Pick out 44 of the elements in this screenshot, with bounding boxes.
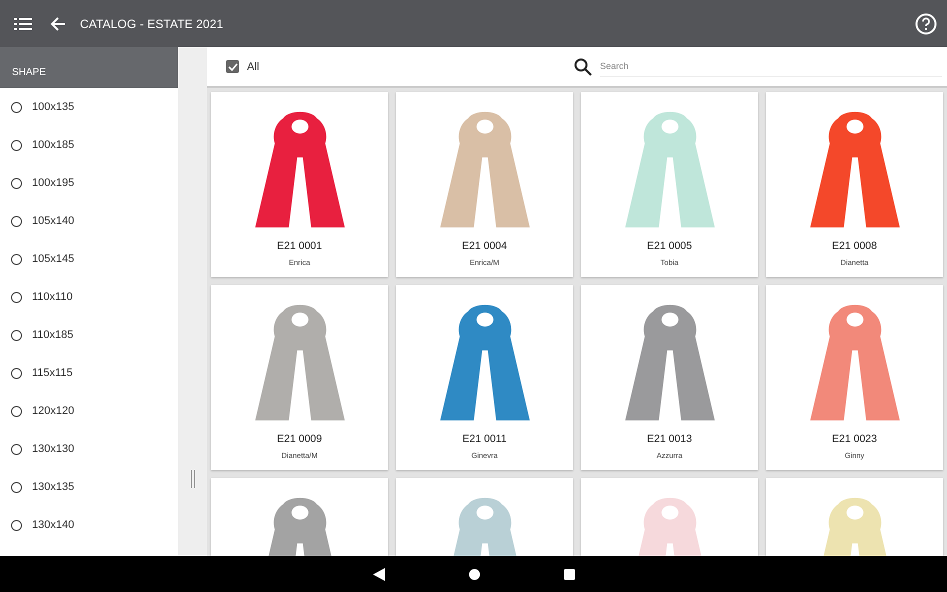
shape-option[interactable]: 130x130 — [0, 430, 178, 468]
product-code: E21 0011 — [462, 433, 507, 445]
shape-option[interactable]: 130x140 — [0, 506, 178, 544]
shape-option[interactable]: 115x115 — [0, 354, 178, 392]
shape-option[interactable]: 120x120 — [0, 392, 178, 430]
shape-option[interactable]: 130x135 — [0, 468, 178, 506]
radio-button[interactable] — [11, 178, 22, 188]
product-code: E21 0004 — [462, 240, 507, 252]
checkbox-square[interactable] — [226, 60, 239, 73]
product-code: E21 0013 — [647, 433, 692, 445]
radio-button[interactable] — [11, 406, 22, 416]
radio-button[interactable] — [11, 254, 22, 264]
shape-option[interactable]: 100x195 — [0, 164, 178, 202]
back-triangle-icon[interactable] — [372, 568, 384, 580]
radio-button[interactable] — [11, 102, 22, 112]
help-icon[interactable] — [915, 12, 937, 34]
app-title: CATALOG - ESTATE 2021 — [80, 16, 224, 30]
filter-title: SHAPE — [12, 67, 46, 78]
radio-button[interactable] — [11, 330, 22, 340]
shape-option[interactable]: 110x185 — [0, 316, 178, 354]
product-code: E21 0001 — [277, 240, 322, 252]
drag-handle[interactable] — [190, 470, 194, 488]
back-arrow-icon[interactable] — [50, 16, 66, 32]
home-circle-icon[interactable] — [468, 568, 480, 580]
shape-option[interactable]: 110x110 — [0, 278, 178, 316]
radio-button[interactable] — [11, 292, 22, 302]
product-code: E21 0008 — [832, 240, 877, 252]
search-icon — [574, 58, 592, 76]
radio-button[interactable] — [11, 520, 22, 530]
product-code: E21 0023 — [832, 433, 877, 445]
shape-option[interactable]: 105x145 — [0, 240, 178, 278]
product-code: E21 0005 — [647, 240, 692, 252]
radio-button[interactable] — [11, 140, 22, 150]
all-checkbox[interactable]: All — [226, 60, 260, 73]
list-icon[interactable] — [14, 18, 32, 30]
recents-square-icon[interactable] — [564, 568, 574, 580]
shape-option[interactable]: 100x185 — [0, 126, 178, 164]
radio-button[interactable] — [11, 444, 22, 454]
radio-button[interactable] — [11, 216, 22, 226]
radio-button[interactable] — [11, 482, 22, 492]
shape-option[interactable]: 105x140 — [0, 202, 178, 240]
product-code: E21 0009 — [277, 433, 322, 445]
radio-button[interactable] — [11, 368, 22, 378]
shape-option[interactable]: 100x135 — [0, 88, 178, 126]
